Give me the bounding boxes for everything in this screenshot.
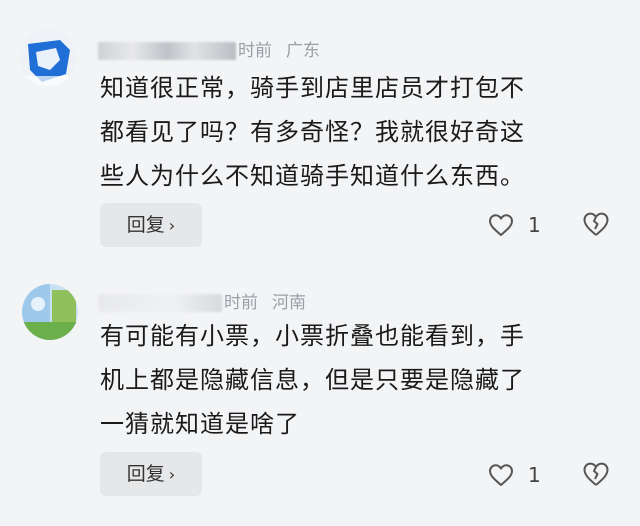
comment-time: 时前 bbox=[224, 293, 258, 313]
like-button[interactable]: 1 bbox=[488, 210, 541, 240]
reply-label: 回复 bbox=[126, 463, 165, 485]
comment-line: 一猜就知道是啥了 bbox=[100, 410, 300, 438]
like-count: 1 bbox=[528, 213, 541, 237]
comment-line: 机上都是隐藏信息，但是只要是隐藏了 bbox=[100, 366, 525, 394]
heart-outline-icon bbox=[489, 214, 513, 236]
reply-button[interactable]: 回复 › bbox=[100, 203, 202, 247]
avatar[interactable] bbox=[22, 284, 78, 340]
comment-line: 些人为什么不知道骑手知道什么东西。 bbox=[100, 162, 525, 190]
comment-meta: 时前 广东 bbox=[98, 36, 320, 61]
reply-label: 回复 bbox=[126, 214, 165, 236]
comment-location: 河南 bbox=[272, 293, 306, 313]
comment-text: 有可能有小票，小票折叠也能看到，手 机上都是隐藏信息，但是只要是隐藏了 一猜就知… bbox=[100, 314, 610, 446]
like-count: 1 bbox=[528, 463, 541, 487]
comment-item: 时前 广东 知道很正常，骑手到店里店员才打包不 都看见了吗？有多奇怪？我就很好奇这… bbox=[0, 0, 640, 262]
comment-line: 知道很正常，骑手到店里店员才打包不 bbox=[100, 74, 525, 102]
dislike-button[interactable] bbox=[582, 461, 610, 489]
reply-button[interactable]: 回复 › bbox=[100, 452, 202, 496]
username-redacted bbox=[98, 294, 222, 312]
username-redacted bbox=[98, 42, 236, 60]
chevron-right-icon: › bbox=[168, 465, 176, 484]
comment-line: 都看见了吗？有多奇怪？我就很好奇这 bbox=[100, 118, 525, 146]
comment-location: 广东 bbox=[286, 41, 320, 61]
broken-heart-icon bbox=[583, 462, 609, 486]
comment-time: 时前 bbox=[238, 41, 272, 61]
broken-heart-icon bbox=[583, 212, 609, 236]
avatar[interactable] bbox=[20, 30, 76, 86]
comment-item: 时前 河南 有可能有小票，小票折叠也能看到，手 机上都是隐藏信息，但是只要是隐藏了… bbox=[0, 262, 640, 526]
dislike-button[interactable] bbox=[582, 211, 610, 239]
comment-meta: 时前 河南 bbox=[98, 288, 306, 313]
comment-text: 知道很正常，骑手到店里店员才打包不 都看见了吗？有多奇怪？我就很好奇这 些人为什… bbox=[100, 66, 610, 198]
heart-outline-icon bbox=[489, 464, 513, 486]
comment-line: 有可能有小票，小票折叠也能看到，手 bbox=[100, 322, 525, 350]
like-button[interactable]: 1 bbox=[488, 460, 541, 490]
chevron-right-icon: › bbox=[168, 216, 176, 235]
